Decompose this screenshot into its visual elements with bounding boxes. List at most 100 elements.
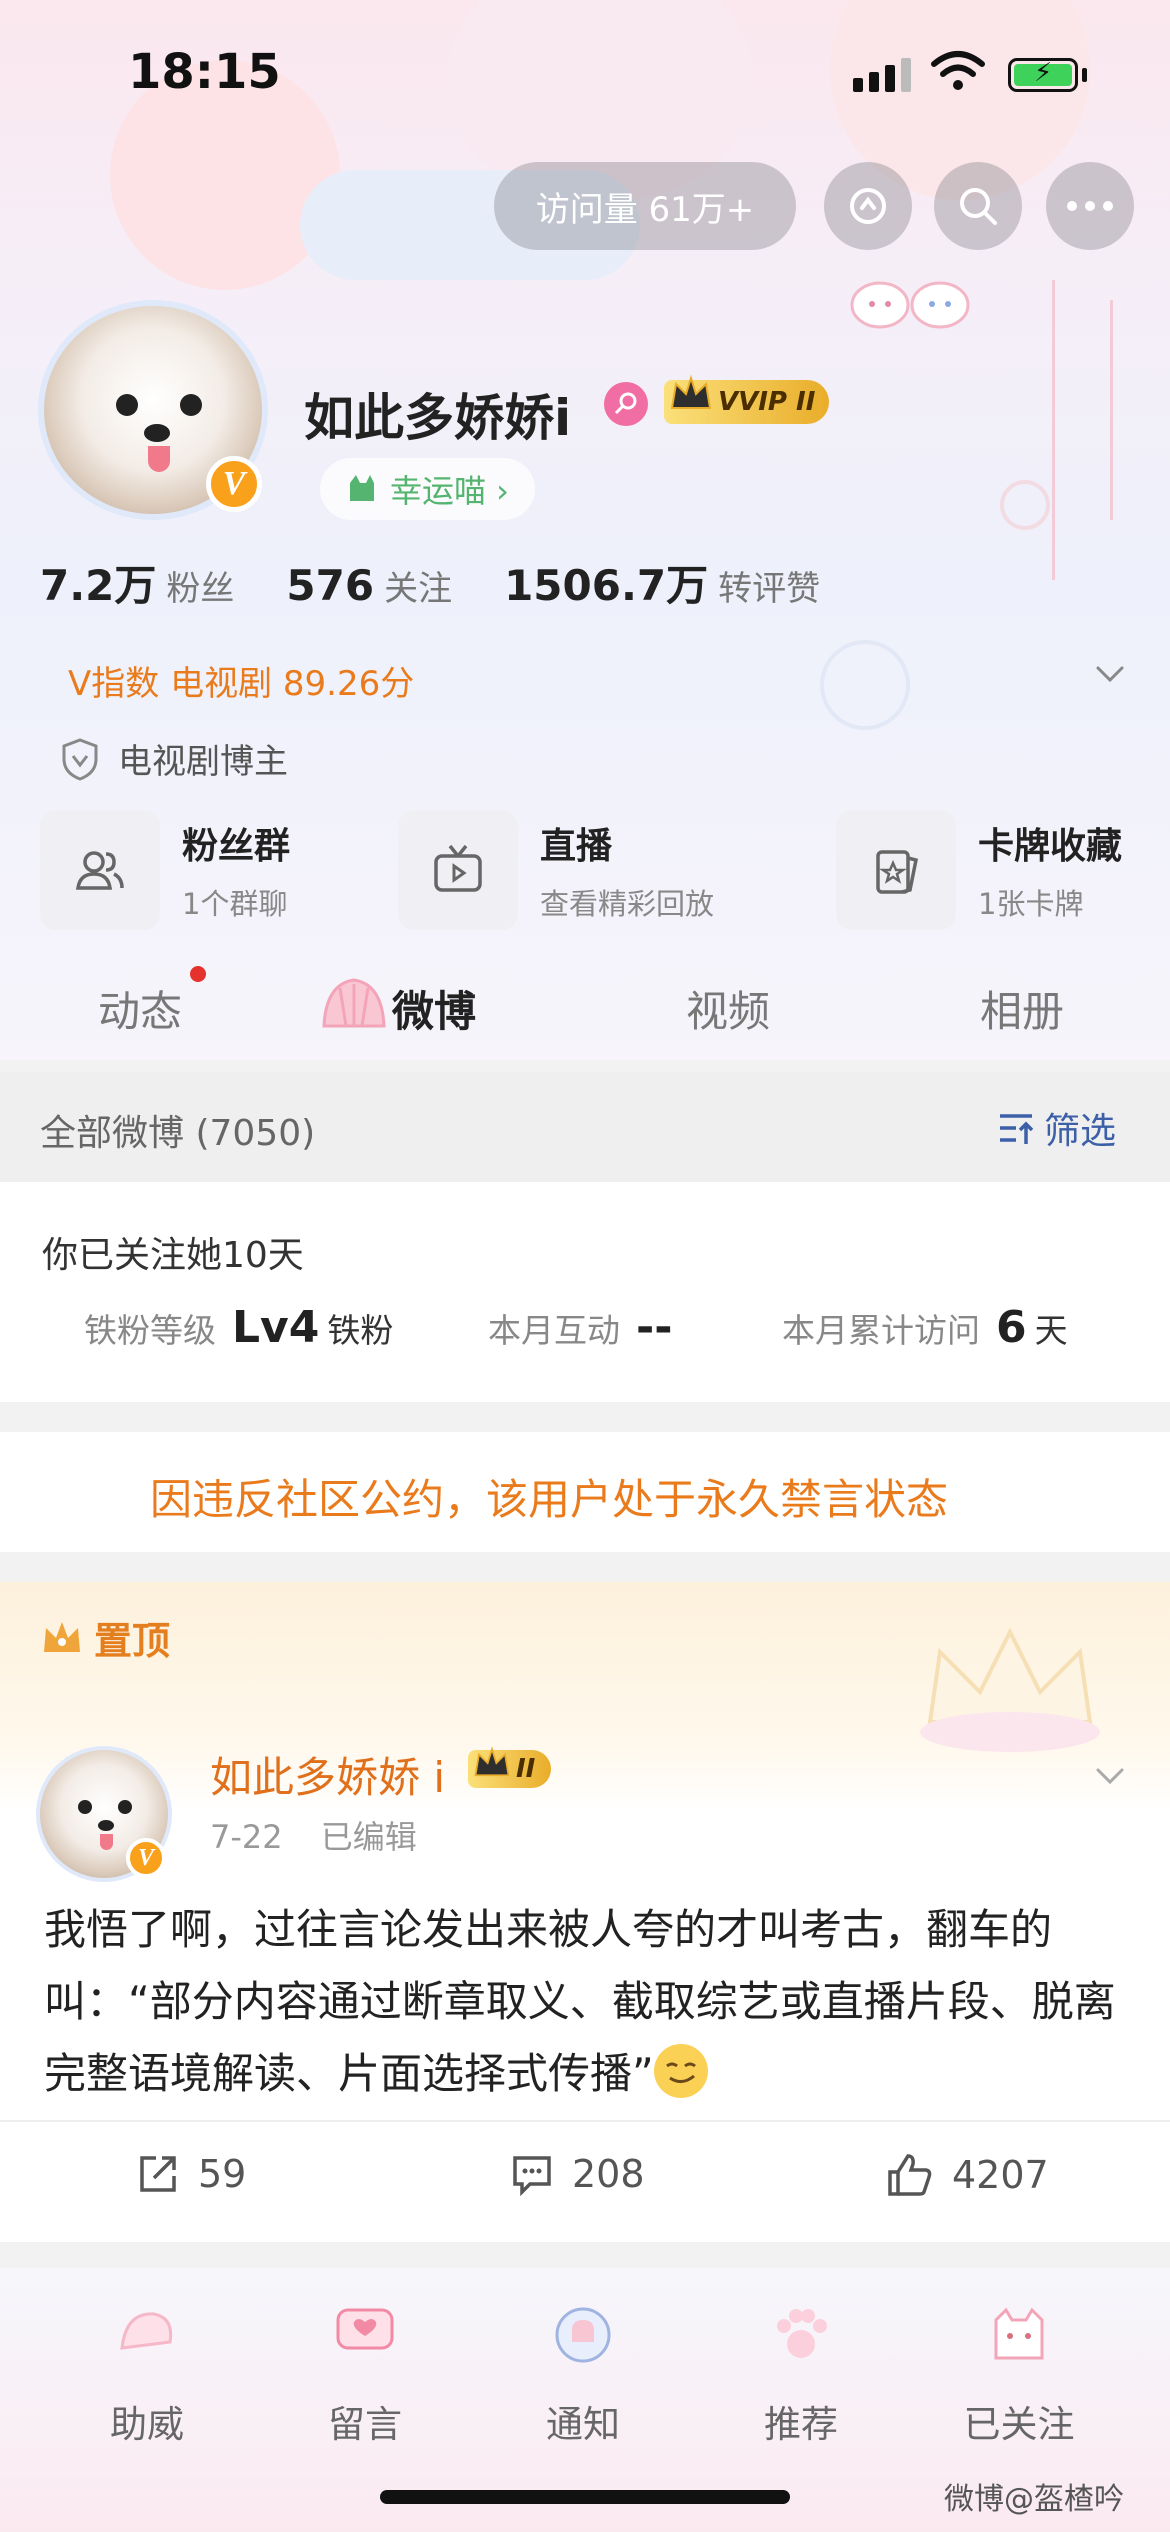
tab-dynamic[interactable]: 动态 [98,978,182,1039]
avatar-eye [116,394,138,416]
more-dots-icon [1067,201,1113,211]
crown-icon [44,1621,80,1652]
chevron-down-icon[interactable] [1092,1758,1128,1794]
like-button[interactable]: 4207 [886,2152,1049,2198]
bottom-item-recommend[interactable]: 推荐 [726,2268,876,2488]
bottom-label: 助威 [110,2403,184,2446]
visits-count-pill[interactable]: 访问量 61万+ [494,162,796,250]
ban-notice-text: 因违反社区公约，该用户处于永久禁言状态 [150,1475,949,1524]
quick-card-subtitle: 1张卡牌 [978,887,1084,921]
interaction-value: -- [636,1302,673,1353]
wifi-icon [931,51,985,90]
tv-play-icon [434,844,482,892]
verified-badge-icon: V [126,1838,166,1878]
fan-level-value: Lv4 [232,1302,320,1353]
decorative-ring [820,640,910,730]
post-edited-label: 已编辑 [320,1818,417,1856]
stat-label: 关注 [384,569,453,609]
bottom-item-notify[interactable]: 通知 [508,2268,658,2488]
tab-album[interactable]: 相册 [980,978,1064,1039]
lucky-cat-label: 幸运喵 › [390,472,509,510]
cards-icon-box [836,810,956,930]
home-indicator[interactable] [380,2490,790,2504]
fan-level[interactable]: 铁粉等级 Lv4 铁粉 [84,1302,393,1353]
thumbs-up-icon [888,2154,932,2196]
profile-stats: 7.2万 粉丝 576 关注 1506.7万 转评赞 [40,552,872,613]
monthly-visits: 本月累计访问 6 天 [782,1302,1068,1353]
chevron-down-icon[interactable] [1092,656,1128,692]
stat-followers[interactable]: 7.2万 粉丝 [40,552,234,613]
status-bar: 18:15 ⚡ [0,0,1170,140]
quick-card-title: 粉丝群 [182,826,291,867]
battery-tip [1082,68,1087,82]
lucky-cat-pill[interactable]: 幸运喵 › [320,458,535,520]
smirk-emoji-icon [653,2044,708,2098]
avatar-tongue [148,446,170,472]
decorative-string [1110,300,1113,520]
ban-notice-card: 因违反社区公约，该用户处于永久禁言状态 [0,1432,1170,1552]
search-icon [960,188,997,225]
quick-card-title: 卡牌收藏 [978,826,1123,867]
pinned-text: 置顶 [94,1619,171,1663]
battery-icon: ⚡ [1008,58,1078,92]
cellular-signal-icon [853,58,911,92]
like-count: 4207 [952,2153,1049,2197]
avatar-nose [98,1820,114,1831]
quick-card-cards[interactable]: 卡牌收藏 1张卡牌 [836,810,1122,930]
filter-button[interactable]: 筛选 [996,1102,1116,1154]
pinned-post-card[interactable]: 置顶 V 如此多娇娇 i II 7-22 已编辑 我悟了啊，过往言论发出来被人夸… [0,1582,1170,2242]
visits-unit: 天 [1034,1311,1068,1350]
repost-count: 59 [198,2152,247,2196]
visits-label: 本月累计访问 [782,1311,980,1350]
notify-bell-icon [548,2300,618,2370]
bottom-label: 已关注 [963,2403,1075,2446]
bottom-item-cheer[interactable]: 助威 [72,2268,222,2488]
filter-label: 筛选 [1044,1111,1117,1152]
more-button[interactable] [1046,162,1134,250]
vvip-label: VVIP [718,387,787,417]
bottom-item-message[interactable]: 留言 [290,2268,440,2488]
cheer-icon [112,2300,182,2370]
monthly-interaction: 本月互动 -- [488,1302,681,1353]
clock-time: 18:15 [128,44,281,100]
quick-card-subtitle: 1个群聊 [182,887,288,921]
v-index-label[interactable]: V指数 电视剧 89.26分 [68,656,414,705]
profile-tabs: 动态 微博 视频 相册 [0,960,1170,1070]
quick-cards-row: 粉丝群 1个群聊 直播 查看精彩回放 卡牌收藏 1张卡牌 [40,810,1150,930]
verified-badge-icon: V [206,456,262,512]
tab-weibo[interactable]: 微博 [392,978,476,1039]
post-text: 我悟了啊，过往言论发出来被人夸的才叫考古，翻车的叫：“部分内容通过断章取义、截取… [44,1905,1116,2098]
decorative-ring [1000,480,1050,530]
bottom-item-following[interactable]: 已关注 [944,2268,1094,2488]
profile-name: 如此多娇娇i [304,389,572,447]
avatar-tongue [100,1834,113,1850]
follow-duration: 你已关注她10天 [42,1235,304,1276]
group-people-icon [75,851,124,890]
tab-video[interactable]: 视频 [686,978,770,1039]
post-author-name[interactable]: 如此多娇娇 i [210,1744,445,1805]
fan-level-label: 铁粉等级 [84,1311,216,1350]
quick-card-live[interactable]: 直播 查看精彩回放 [398,810,714,930]
stat-number: 576 [286,561,375,610]
quick-card-title: 直播 [540,826,613,867]
weibo-filter-bar: 全部微博 (7050) 筛选 [0,1072,1170,1182]
stat-following[interactable]: 576 关注 [286,561,452,610]
cat-icon [350,475,374,501]
visits-value: 6 [996,1302,1027,1353]
fan-badge-button[interactable] [824,162,912,250]
all-weibo-count[interactable]: 全部微博 (7050) [40,1104,315,1156]
avatar-nose [144,424,170,442]
repost-icon [140,2156,176,2192]
female-gender-icon [604,382,648,426]
vvip-badge[interactable]: VVIP II [664,374,830,424]
vvip-level: II [796,387,816,417]
crown-decoration-icon [920,1627,1100,1752]
post-vip-badge: II [468,1746,552,1788]
crown-icon [474,1746,510,1777]
repost-button[interactable]: 59 [136,2152,246,2196]
quick-card-fan-group[interactable]: 粉丝群 1个群聊 [40,810,290,930]
stat-interactions[interactable]: 1506.7万 转评赞 [504,552,820,613]
hand-gesture-icon [850,188,886,224]
comment-button[interactable]: 208 [510,2152,645,2196]
search-button[interactable] [934,162,1022,250]
